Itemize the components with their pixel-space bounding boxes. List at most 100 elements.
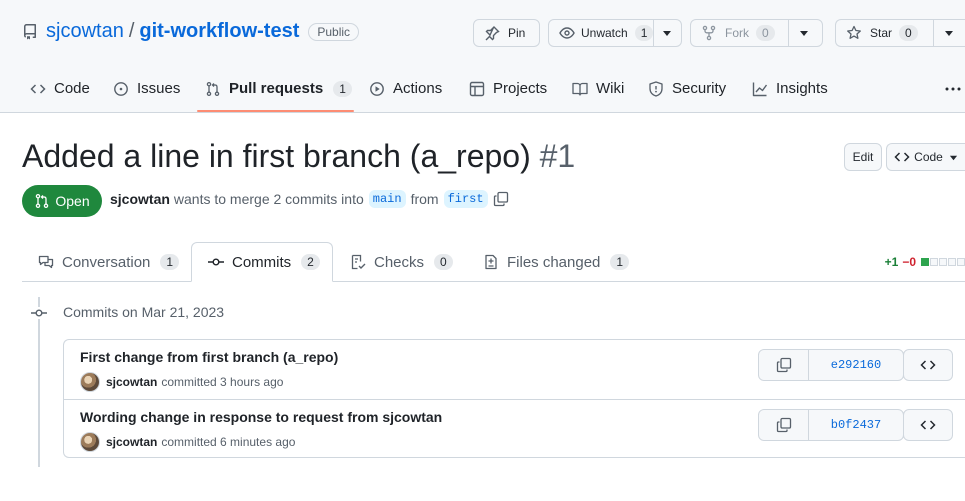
caret-down-icon [944,28,954,38]
diffstat-additions: +1 [884,255,899,269]
nav-insights[interactable]: Insights [752,64,828,113]
star-icon [846,25,862,41]
diffstat-deletions: −0 [902,255,916,269]
avatar[interactable] [80,432,100,452]
commits-date-heading: Commits on Mar 21, 2023 [63,304,225,320]
pull-requests-count: 1 [333,80,352,97]
pr-state-badge: Open [22,185,102,217]
tab-files-changed-count: 1 [610,254,630,270]
graph-icon [752,81,776,97]
pr-title-text: Added a line in first branch (a_repo) [22,138,531,174]
copy-icon[interactable] [493,191,509,207]
pin-icon [484,25,500,41]
fork-button[interactable]: Fork 0 [691,20,788,46]
nav-security-label: Security [672,80,727,97]
git-commit-icon [30,305,48,321]
nav-pull-requests-label: Pull requests [229,80,324,97]
repo-nav: Code Issues Pull requests 1 Actions Proj… [0,64,965,113]
diffstat-block [957,258,965,266]
nav-issues-label: Issues [137,80,181,97]
commit-message-link[interactable]: First change from first branch (a_repo) [80,349,338,365]
copy-sha-button[interactable] [759,350,809,380]
repo-owner-link[interactable]: sjcowtan [46,20,124,43]
fork-label: Fork [725,26,749,40]
commit-sha-group: e292160 [758,349,904,381]
commit-author-info: sjcowtan committed 3 hours ago [80,372,283,392]
comment-discussion-icon [38,254,62,270]
checklist-icon [350,254,374,270]
commit-row: First change from first branch (a_repo) … [64,340,965,399]
base-branch[interactable]: main [368,190,406,208]
caret-down-icon [799,28,809,38]
star-button[interactable]: Star 0 [836,20,933,46]
star-dropdown[interactable] [933,20,964,46]
edit-title-button[interactable]: Edit [844,143,882,171]
tab-checks[interactable]: Checks 0 [350,242,453,282]
code-icon [920,357,936,373]
tab-conversation[interactable]: Conversation 1 [38,242,180,282]
browse-repo-button[interactable] [903,409,953,441]
pin-button[interactable]: Pin [473,19,540,47]
shield-icon [648,80,672,97]
browse-repo-button[interactable] [903,349,953,381]
commit-author-info: sjcowtan committed 6 minutes ago [80,432,295,452]
diffstat-block [921,258,929,266]
commit-author-link[interactable]: sjcowtan [106,375,157,389]
commit-sha-group: b0f2437 [758,409,904,441]
unwatch-button[interactable]: Unwatch 1 [549,20,654,46]
commit-sha-link[interactable]: b0f2437 [809,410,903,440]
nav-code[interactable]: Code [30,64,90,113]
code-icon [30,81,54,97]
timeline-line [38,297,40,467]
nav-security[interactable]: Security [648,64,726,113]
nav-issues[interactable]: Issues [113,64,180,113]
edit-label: Edit [852,150,874,164]
commit-time: committed 3 hours ago [161,375,284,389]
diffstat-block [948,258,956,266]
tab-commits-count: 2 [301,254,320,270]
fork-count: 0 [756,25,775,41]
head-branch[interactable]: first [443,190,488,208]
pr-merge-info: sjcowtan wants to merge 2 commits into m… [110,190,509,208]
repo-name-link[interactable]: git-workflow-test [139,20,299,43]
tab-files-changed-label: Files changed [507,253,601,271]
commit-sha-link[interactable]: e292160 [809,350,903,380]
active-tab-underline [197,110,354,112]
code-dropdown-button[interactable]: Code [886,143,965,171]
caret-down-icon [662,28,672,38]
diffstat: +1 −0 [885,255,965,269]
nav-actions-label: Actions [393,80,443,97]
tab-commits[interactable]: Commits 2 [191,242,333,282]
fork-icon [701,25,717,41]
nav-more-button[interactable] [944,64,965,113]
nav-pull-requests[interactable]: Pull requests 1 [205,64,352,113]
nav-wiki[interactable]: Wiki [572,64,624,113]
tab-checks-count: 0 [434,254,453,270]
code-label: Code [914,150,943,164]
merge-text: wants to merge 2 commits into [173,191,364,207]
commit-author-link[interactable]: sjcowtan [106,435,157,449]
copy-icon [776,417,792,433]
pull-request-icon [205,81,229,97]
tab-conversation-count: 1 [160,254,180,270]
table-icon [469,81,493,97]
nav-actions[interactable]: Actions [369,64,442,113]
play-icon [369,81,393,97]
avatar[interactable] [80,372,100,392]
file-diff-icon [483,254,507,270]
pull-request-icon [34,193,55,209]
fork-dropdown[interactable] [788,20,819,46]
book-icon [572,81,596,97]
watch-count: 1 [634,25,654,41]
nav-projects[interactable]: Projects [469,64,547,113]
pr-author-link[interactable]: sjcowtan [110,191,170,207]
git-commit-icon [208,254,232,270]
tab-files-changed[interactable]: Files changed 1 [483,242,630,282]
commit-message-link[interactable]: Wording change in response to request fr… [80,409,442,425]
tab-conversation-label: Conversation [62,253,151,271]
copy-sha-button[interactable] [759,410,809,440]
diffstat-block [930,258,938,266]
repo-header: sjcowtan / git-workflow-test Public Pin … [0,0,965,113]
pr-state-label: Open [55,193,90,209]
unwatch-dropdown[interactable] [653,20,680,46]
